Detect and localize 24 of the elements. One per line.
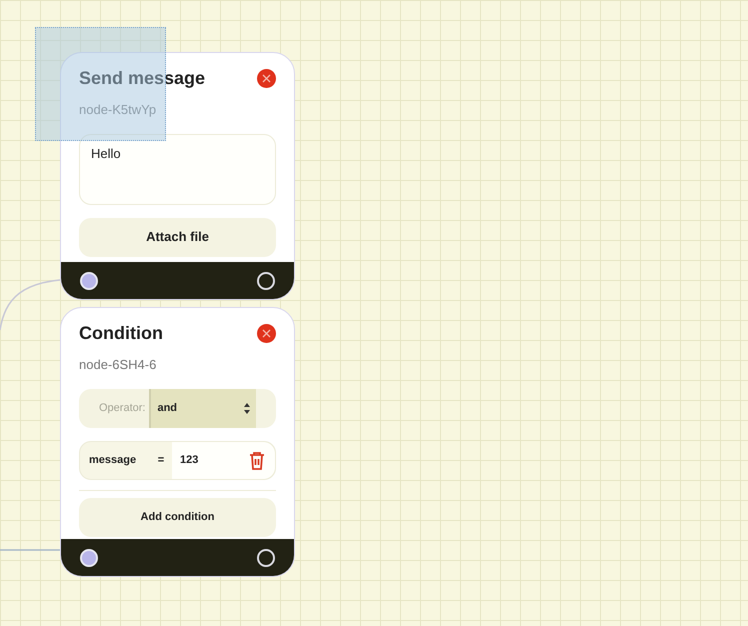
- close-icon: [262, 329, 271, 338]
- output-port[interactable]: [257, 272, 275, 290]
- attach-file-button[interactable]: Attach file: [79, 218, 276, 256]
- node-title: Send message: [79, 67, 206, 90]
- node-card[interactable]: Condition node-6SH4-6 Operator: and message = 123 Add condition: [60, 307, 295, 577]
- operator-select[interactable]: and: [149, 388, 256, 428]
- close-button[interactable]: [257, 324, 276, 343]
- close-button[interactable]: [257, 69, 276, 88]
- output-port[interactable]: [257, 548, 275, 566]
- condition-operator[interactable]: =: [150, 452, 172, 468]
- node-title: Condition: [79, 322, 163, 345]
- input-port[interactable]: [80, 548, 98, 566]
- text-area[interactable]: Hello: [79, 134, 276, 204]
- close-icon: [262, 74, 271, 83]
- select-arrows-icon: [244, 402, 250, 414]
- node-id: node-6SH4-6: [79, 356, 158, 374]
- operator-label: Operator:: [98, 400, 146, 416]
- condition-field[interactable]: message: [80, 452, 150, 468]
- node-id: node-K5twYp: [79, 101, 158, 119]
- input-port[interactable]: [80, 272, 98, 290]
- add-condition-button[interactable]: Add condition: [79, 498, 276, 536]
- condition-value[interactable]: 123: [172, 442, 249, 478]
- trash-icon[interactable]: [249, 450, 265, 470]
- node-card[interactable]: Send message node-K5twYp Hello Attach file: [60, 52, 295, 300]
